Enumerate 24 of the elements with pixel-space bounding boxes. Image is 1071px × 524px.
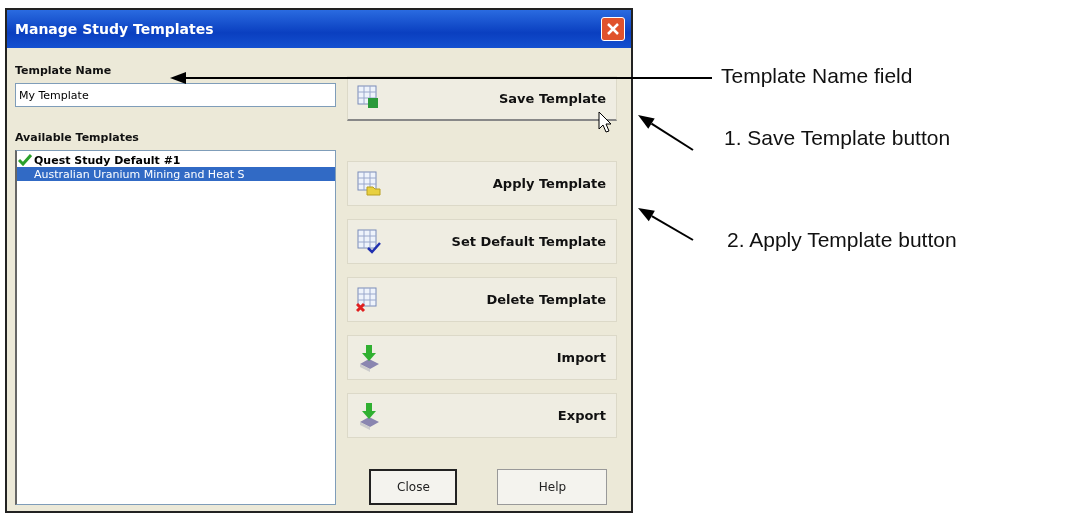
window-title: Manage Study Templates: [15, 21, 214, 37]
dialog-button[interactable]: Close: [369, 469, 458, 505]
callout-text: 1. Save Template button: [724, 126, 952, 150]
action-button[interactable]: Delete Template: [347, 277, 617, 322]
field-label: Template Name: [15, 64, 113, 77]
action-button[interactable]: Export: [347, 393, 617, 438]
callout-text: Template Name field: [721, 64, 914, 88]
template-item[interactable]: Australian Uranium Mining and Heat S: [17, 167, 336, 181]
list-label: Available Templates: [15, 131, 140, 144]
action-button[interactable]: Apply Template: [347, 161, 617, 206]
mouse-pointer-icon: [598, 111, 612, 133]
check-icon: [18, 154, 32, 166]
action-button[interactable]: Import: [347, 335, 617, 380]
template-item[interactable]: Quest Study Default #1: [17, 153, 336, 167]
template-name-field[interactable]: My Template: [15, 83, 337, 107]
dialog-button[interactable]: Help: [497, 469, 608, 505]
table-check-icon: [356, 227, 383, 256]
close-icon: [606, 22, 620, 36]
annotation-arrow: [638, 115, 694, 151]
table-folder-icon: [356, 169, 383, 198]
callout-text: 2. Apply Template button: [727, 228, 957, 252]
action-button[interactable]: Set Default Template: [347, 219, 617, 264]
close-button[interactable]: [601, 17, 625, 41]
annotation-arrow: [638, 208, 694, 241]
